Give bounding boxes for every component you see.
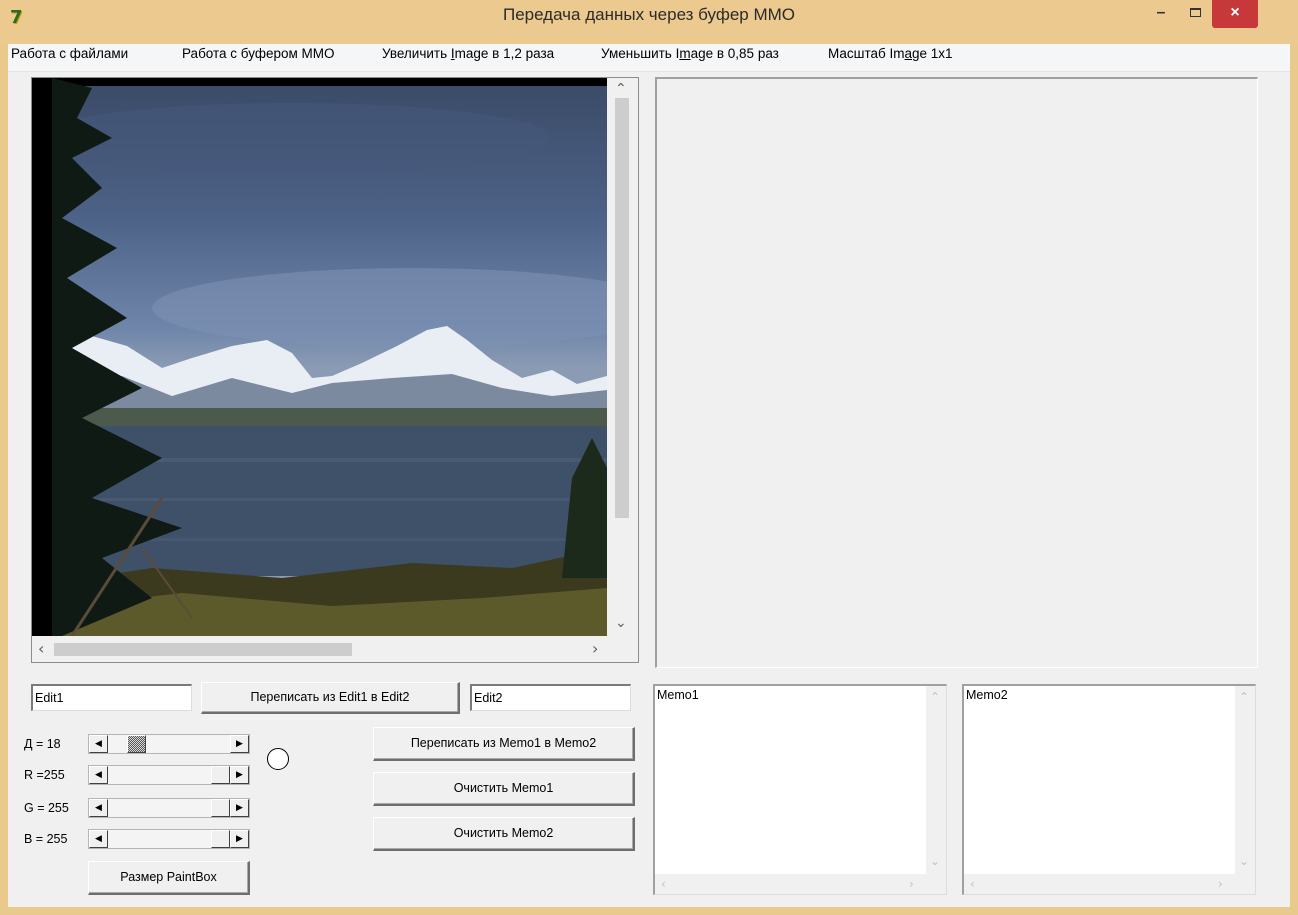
memo2-down-icon[interactable]: ⌄ <box>1239 854 1249 868</box>
slider-r-left-icon[interactable]: ◀ <box>89 766 108 784</box>
menu-scale-accel: a <box>904 46 913 61</box>
slider-label-b: B = 255 <box>24 832 68 846</box>
memo2-text: Memo2 <box>966 688 1008 702</box>
close-button[interactable]: × <box>1212 0 1258 28</box>
color-preview-circle <box>267 748 289 770</box>
app-window: 7 Передача данных через буфер ММО – × Ра… <box>0 0 1298 915</box>
image-horizontal-scrollbar[interactable]: ‹ › <box>32 636 607 662</box>
scroll-corner <box>607 636 638 662</box>
scroll-up-icon[interactable]: ⌃ <box>615 82 627 96</box>
memo2-vertical-scrollbar[interactable]: ⌃ ⌄ <box>1235 686 1255 874</box>
memo1-horizontal-scrollbar[interactable]: ‹ › <box>655 874 927 894</box>
menu-zoom-out-text: Уменьшить I <box>601 46 680 61</box>
memo2-horizontal-scrollbar[interactable]: ‹ › <box>964 874 1236 894</box>
title-bar[interactable]: 7 Передача данных через буфер ММО – × <box>0 0 1298 44</box>
slider-label-d: Д = 18 <box>24 737 61 751</box>
memo1-down-icon[interactable]: ⌄ <box>930 854 940 868</box>
edit1-field[interactable]: Edit1 <box>31 684 192 711</box>
clear-memo2-button[interactable]: Очистить Memo2 <box>373 817 635 851</box>
image-horizontal-thumb[interactable] <box>54 643 352 656</box>
slider-d[interactable]: ◀ ▶ <box>88 734 250 754</box>
slider-r[interactable]: ◀ ▶ <box>88 765 250 785</box>
memo1-right-icon[interactable]: › <box>909 877 914 891</box>
menu-zoom-out[interactable]: Уменьшить Image в 0,85 раз <box>601 44 779 72</box>
menu-zoom-in-text-end: mage в 1,2 раза <box>454 46 555 61</box>
memo2-up-icon[interactable]: ⌃ <box>1239 690 1249 704</box>
maximize-icon <box>1189 8 1201 17</box>
client-area: Работа с файлами Работа с буфером ММО Ув… <box>8 44 1290 907</box>
edit2-field[interactable]: Edit2 <box>470 684 631 711</box>
memo2-scroll-corner <box>1235 874 1255 894</box>
slider-b-right-icon[interactable]: ▶ <box>230 830 249 848</box>
copy-edit-button[interactable]: Переписать из Edit1 в Edit2 <box>201 682 460 714</box>
menu-zoom-out-text-end: age в 0,85 раз <box>690 46 779 61</box>
slider-d-thumb[interactable] <box>127 735 146 753</box>
memo1-vertical-scrollbar[interactable]: ⌃ ⌄ <box>926 686 946 874</box>
paintbox-panel[interactable] <box>655 77 1258 668</box>
slider-r-right-icon[interactable]: ▶ <box>230 766 249 784</box>
slider-b-left-icon[interactable]: ◀ <box>89 830 108 848</box>
slider-b[interactable]: ◀ ▶ <box>88 829 250 849</box>
slider-g[interactable]: ◀ ▶ <box>88 798 250 818</box>
memo2-right-icon[interactable]: › <box>1218 877 1223 891</box>
slider-label-g: G = 255 <box>24 801 69 815</box>
landscape-drawing <box>32 78 607 636</box>
menu-mmo-buffer[interactable]: Работа с буфером ММО <box>182 44 335 72</box>
menu-zoom-in-text: Увеличить <box>382 46 451 61</box>
slider-g-left-icon[interactable]: ◀ <box>89 799 108 817</box>
landscape-image <box>32 78 607 636</box>
scroll-right-icon[interactable]: › <box>592 641 598 657</box>
menu-zoom-out-accel: m <box>679 46 691 61</box>
menu-bar: Работа с файлами Работа с буфером ММО Ув… <box>8 44 1290 72</box>
image-vertical-scrollbar[interactable]: ⌃ ⌄ <box>607 78 638 636</box>
menu-scale-1x1[interactable]: Масштаб Image 1x1 <box>828 44 953 72</box>
slider-d-right-icon[interactable]: ▶ <box>230 735 249 753</box>
maximize-button[interactable] <box>1180 0 1210 28</box>
menu-scale-text: Масштаб Im <box>828 46 905 61</box>
slider-b-thumb[interactable] <box>211 830 230 848</box>
minimize-button[interactable]: – <box>1146 0 1176 28</box>
image-scrollbox[interactable]: ⌃ ⌄ ‹ › <box>31 77 639 663</box>
memo1-scroll-corner <box>926 874 946 894</box>
menu-scale-text-end: ge 1x1 <box>912 46 953 61</box>
clear-memo1-button[interactable]: Очистить Memo1 <box>373 772 635 806</box>
memo1[interactable]: Memo1 ⌃ ⌄ ‹ › <box>653 684 947 895</box>
image-vertical-thumb[interactable] <box>615 98 629 518</box>
menu-zoom-in[interactable]: Увеличить Image в 1,2 раза <box>382 44 554 72</box>
memo2[interactable]: Memo2 ⌃ ⌄ ‹ › <box>962 684 1256 895</box>
memo1-up-icon[interactable]: ⌃ <box>930 690 940 704</box>
paintbox-size-button[interactable]: Размер PaintBox <box>88 861 250 895</box>
slider-g-right-icon[interactable]: ▶ <box>230 799 249 817</box>
scroll-left-icon[interactable]: ‹ <box>38 641 44 657</box>
menu-files[interactable]: Работа с файлами <box>11 44 128 72</box>
window-title: Передача данных через буфер ММО <box>502 5 796 24</box>
memo1-left-icon[interactable]: ‹ <box>661 877 666 891</box>
copy-memo-button[interactable]: Переписать из Memo1 в Memo2 <box>373 727 635 761</box>
slider-d-left-icon[interactable]: ◀ <box>89 735 108 753</box>
slider-g-thumb[interactable] <box>211 799 230 817</box>
memo1-text: Memo1 <box>657 688 699 702</box>
slider-r-thumb[interactable] <box>211 766 230 784</box>
slider-label-r: R =255 <box>24 768 65 782</box>
memo2-left-icon[interactable]: ‹ <box>970 877 975 891</box>
scroll-down-icon[interactable]: ⌄ <box>615 616 627 630</box>
